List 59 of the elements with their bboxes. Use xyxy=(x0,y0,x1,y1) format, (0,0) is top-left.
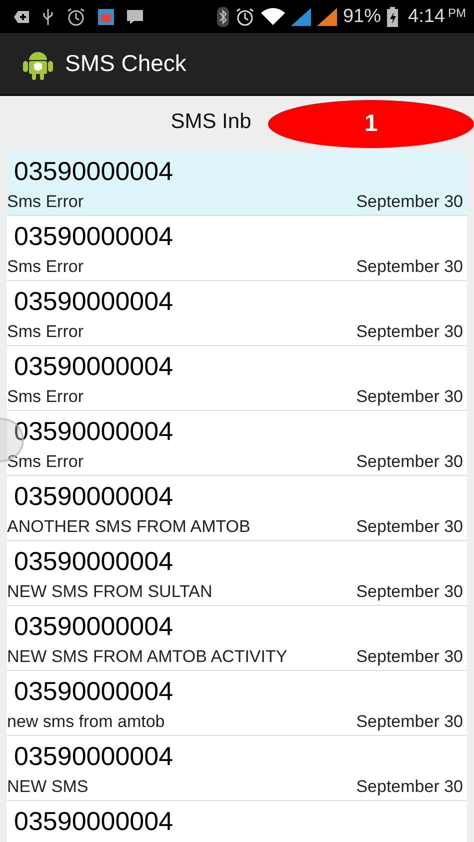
message-date: September 30 xyxy=(356,191,463,213)
clock-time: 4:14 xyxy=(408,6,445,28)
signal-icon xyxy=(290,8,311,26)
message-text: ANOTHER SMS FROM AMTOB xyxy=(7,516,250,538)
battery-percentage: 91% xyxy=(342,6,382,28)
message-text: Sms Error xyxy=(7,386,84,408)
message-row[interactable]: 03590000004 NEW SMS September 30 xyxy=(7,736,467,801)
message-text: NEW SMS FROM AMTOB ACTIVITY xyxy=(7,646,288,668)
signal-icon xyxy=(316,8,337,26)
bluetooth-icon xyxy=(216,6,229,26)
message-row[interactable]: 03590000004 Sms Error September 30 xyxy=(7,411,467,476)
message-row[interactable]: 03590000004 ANOTHER SMS FROM AMTOB September 30 xyxy=(7,476,467,541)
message-text: Sms Error xyxy=(7,256,84,278)
sender-number: 03590000004 xyxy=(13,220,174,251)
message-date: September 30 xyxy=(356,581,463,603)
sender-number: 03590000004 xyxy=(13,740,174,771)
sender-number: 03590000004 xyxy=(13,350,174,381)
message-row[interactable]: 03590000004 new sms from amtob September 30 xyxy=(7,671,467,736)
message-date: September 30 xyxy=(356,321,463,343)
message-text: NEW SMS xyxy=(7,776,88,798)
message-date: September 30 xyxy=(356,711,463,733)
message-text: NEW SMS FROM SULTAN xyxy=(7,581,212,603)
sender-number: 03590000004 xyxy=(13,675,174,706)
message-date: September 30 xyxy=(356,451,463,473)
alarm-clock-icon xyxy=(234,6,255,26)
message-date: September 30 xyxy=(356,776,463,798)
message-date: September 30 xyxy=(356,516,463,538)
message-date: September 30 xyxy=(356,646,463,668)
add-icon xyxy=(14,10,30,24)
inbox-title: SMS Inb xyxy=(170,110,252,134)
sender-number: 03590000004 xyxy=(13,480,174,511)
usb-icon xyxy=(42,8,54,26)
sender-number: 03590000004 xyxy=(13,610,174,641)
message-text: Sms Error xyxy=(7,191,84,213)
sender-number: 03590000004 xyxy=(13,155,174,186)
message-text: Sms Error xyxy=(7,451,84,473)
message-row[interactable]: 03590000004 Sms Error September 30 xyxy=(7,216,467,281)
sender-number: 03590000004 xyxy=(13,805,174,836)
message-row[interactable]: 03590000004 Sms Error September 30 xyxy=(7,151,467,216)
message-date: September 30 xyxy=(356,256,463,278)
battery-charging-icon xyxy=(387,6,398,26)
message-row[interactable]: 03590000004 NEW SMS FROM AMTOB ACTIVITY September 30 xyxy=(7,606,467,671)
message-row[interactable]: 03590000004 Sms Error September 30 xyxy=(7,346,467,411)
alarm-clock-icon xyxy=(66,6,86,26)
message-text: Sms Error xyxy=(7,321,84,343)
message-icon xyxy=(126,8,144,24)
clock-period: PM xyxy=(448,6,466,20)
sender-number: 03590000004 xyxy=(13,285,174,316)
count-badge: 1 xyxy=(268,100,474,148)
app-title: SMS Check xyxy=(65,50,186,77)
sender-number: 03590000004 xyxy=(13,415,174,446)
sender-number: 03590000004 xyxy=(13,545,174,576)
message-row[interactable]: 03590000004 NEW SMS FROM SULTAN September 30 xyxy=(7,541,467,606)
wifi-icon xyxy=(260,8,285,26)
message-row[interactable]: 03590000004 xyxy=(7,801,467,842)
message-row[interactable]: 03590000004 Sms Error September 30 xyxy=(7,281,467,346)
message-date: September 30 xyxy=(356,386,463,408)
message-text: new sms from amtob xyxy=(7,711,165,733)
app-icon xyxy=(98,8,114,24)
